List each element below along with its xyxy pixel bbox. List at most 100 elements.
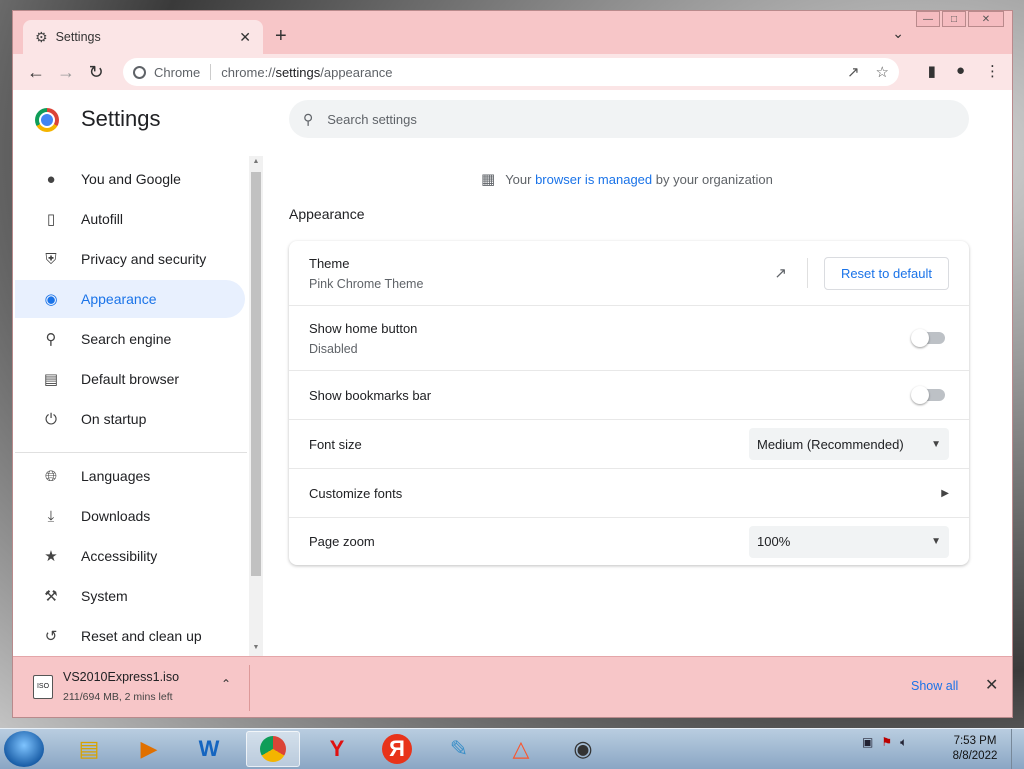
close-window-button[interactable]: ✕ (968, 11, 1004, 27)
waterfox-icon[interactable]: W (182, 731, 236, 767)
chrome-logo-icon (35, 108, 59, 132)
bookmarks-bar-row[interactable]: Show bookmarks bar (289, 371, 969, 420)
search-input[interactable]: ⚲ Search settings (289, 100, 969, 138)
sidebar-item-label: Default browser (81, 371, 180, 387)
tab-settings[interactable]: ⚙ Settings ✕ (23, 20, 263, 54)
sidebar-item-label: Autofill (81, 211, 124, 227)
sidebar-item-label: Search engine (81, 331, 172, 347)
page-title: Settings (81, 106, 161, 131)
sidebar-item-autofill[interactable]: ▯ Autofill (15, 200, 245, 238)
page-zoom-row: Page zoom 100% ▼ (289, 518, 969, 565)
palette-icon: ◉ (44, 291, 58, 308)
power-icon: ⏻ (45, 410, 57, 428)
theme-row[interactable]: Theme Pink Chrome Theme ↗ Reset to defau… (289, 241, 969, 306)
share-icon[interactable]: ↗ (847, 63, 860, 81)
wrench-icon: ⚒ (44, 588, 58, 605)
font-size-label: Font size (309, 436, 362, 452)
sidebar-item-label: Languages (81, 468, 151, 484)
managed-suffix: by your organization (652, 171, 773, 187)
sidebar-item-default-browser[interactable]: ▤ Default browser (15, 360, 245, 398)
address-bar[interactable]: Chrome chrome://settings/appearance ↗ ☆ (123, 58, 899, 86)
row-divider (806, 258, 808, 288)
url-text[interactable]: chrome://settings/appearance (221, 65, 831, 80)
volume-icon[interactable]: 🔈︎ (900, 735, 907, 750)
dropdown-caret-icon: ▼ (931, 438, 941, 450)
customize-fonts-label: Customize fonts (309, 485, 403, 501)
file-explorer-icon[interactable]: ▤ (62, 731, 116, 767)
download-divider (249, 665, 250, 711)
menu-icon[interactable]: ⋮ (985, 62, 1000, 80)
bookmarks-bar-label: Show bookmarks bar (309, 387, 432, 403)
taskbar: ▤ ▶ W Y Я ✎ △ ◉ ▣ ⚑ 🔈︎ 7:53 PM 8/8/2022 (0, 728, 1024, 769)
chrome-icon (133, 65, 146, 79)
profile-icon[interactable]: ● (956, 62, 965, 80)
forward-button[interactable]: → (51, 62, 81, 83)
restore-button[interactable]: □ (942, 11, 966, 27)
font-size-select[interactable]: Medium (Recommended) ▼ (749, 428, 949, 460)
yandex-icon[interactable]: Y (310, 731, 364, 767)
sidebar-item-privacy[interactable]: ⛨ Privacy and security (15, 240, 245, 278)
search-icon: ⚲ (45, 331, 57, 348)
reload-button[interactable]: ↻ (81, 62, 111, 83)
show-desktop-button[interactable] (1011, 729, 1024, 769)
sidebar-item-label: System (81, 588, 128, 604)
bookmark-star-icon[interactable]: ☆ (876, 63, 889, 81)
section-title: Appearance (289, 206, 365, 222)
globe-icon: 🌐︎ (44, 467, 57, 485)
managed-link[interactable]: browser is managed (535, 172, 652, 187)
close-tab-icon[interactable]: ✕ (239, 29, 251, 46)
network-icon[interactable]: ▣ (862, 735, 873, 750)
download-status: 211/694 MB, 2 mins left (63, 691, 173, 703)
scroll-down-arrow-icon[interactable]: ▼ (249, 644, 263, 651)
appearance-card: Theme Pink Chrome Theme ↗ Reset to defau… (289, 241, 969, 565)
customize-fonts-row[interactable]: Customize fonts ▶ (289, 469, 969, 518)
yandex-browser-icon[interactable]: Я (370, 731, 424, 767)
sidebar-item-languages[interactable]: 🌐︎ Languages (15, 457, 245, 495)
restore-icon: ↺ (44, 628, 58, 645)
sidebar-item-system[interactable]: ⚒ System (15, 577, 245, 615)
chrome-taskbar-icon[interactable] (246, 731, 300, 767)
sidebar-item-reset[interactable]: ↺ Reset and clean up (15, 617, 245, 655)
external-link-icon[interactable]: ↗ (774, 264, 787, 282)
toolbar-actions: ▮ ● ⋮ (928, 62, 1000, 80)
bookmarks-bar-toggle[interactable] (911, 386, 945, 404)
close-download-bar-icon[interactable]: ✕ (985, 675, 998, 695)
sidebar-scrollbar[interactable]: ▲ ▼ (249, 156, 263, 656)
sidebar-item-appearance[interactable]: ◉ Appearance (15, 280, 245, 318)
start-button[interactable] (4, 731, 44, 767)
reset-to-default-button[interactable]: Reset to default (823, 256, 949, 290)
media-player-icon[interactable]: ▶ (122, 731, 176, 767)
raccoon-app-icon[interactable]: ◉ (556, 731, 610, 767)
browser-window: — □ ✕ ⚙ Settings ✕ + ⌄ ← → ↻ Chrome chro… (12, 10, 1013, 718)
download-filename[interactable]: VS2010Express1.iso (63, 670, 179, 684)
notepad-icon[interactable]: ✎ (432, 731, 486, 767)
clock-time: 7:53 PM (953, 735, 997, 747)
sidebar-item-accessibility[interactable]: ★ Accessibility (15, 537, 245, 575)
back-button[interactable]: ← (21, 62, 51, 83)
minimize-button[interactable]: — (916, 11, 940, 27)
page-zoom-select[interactable]: 100% ▼ (749, 525, 949, 558)
side-panel-icon[interactable]: ▮ (928, 62, 936, 80)
tab-title: Settings (55, 30, 101, 44)
flag-icon[interactable]: ⚑ (881, 735, 892, 750)
sidebar-item-downloads[interactable]: ⤓ Downloads (15, 497, 245, 535)
download-options-chevron-icon[interactable]: ⌃ (221, 677, 231, 691)
theme-label: Theme (309, 255, 350, 271)
sidebar-item-on-startup[interactable]: ⏻ On startup (15, 400, 245, 438)
sidebar-item-label: Privacy and security (81, 251, 207, 267)
new-tab-button[interactable]: + (275, 25, 287, 48)
home-button-toggle[interactable] (911, 329, 945, 347)
clock[interactable]: 7:53 PM 8/8/2022 (948, 734, 1002, 764)
sidebar-item-you-and-google[interactable]: ● You and Google (15, 160, 245, 198)
tab-search-chevron-icon[interactable]: ⌄ (892, 25, 904, 42)
settings-page: Settings ⚲ Search settings ● You and Goog… (13, 90, 1012, 656)
scroll-up-arrow-icon[interactable]: ▲ (249, 158, 263, 165)
system-tray: ▣ ⚑ 🔈︎ (862, 735, 907, 750)
search-placeholder: Search settings (327, 111, 417, 127)
scrollbar-thumb[interactable] (251, 172, 261, 576)
home-button-row[interactable]: Show home button Disabled (289, 306, 969, 371)
arrow-right-icon: ▶ (941, 487, 949, 499)
brave-icon[interactable]: △ (494, 731, 548, 767)
show-all-link[interactable]: Show all (911, 679, 958, 693)
sidebar-item-search-engine[interactable]: ⚲ Search engine (15, 320, 245, 358)
